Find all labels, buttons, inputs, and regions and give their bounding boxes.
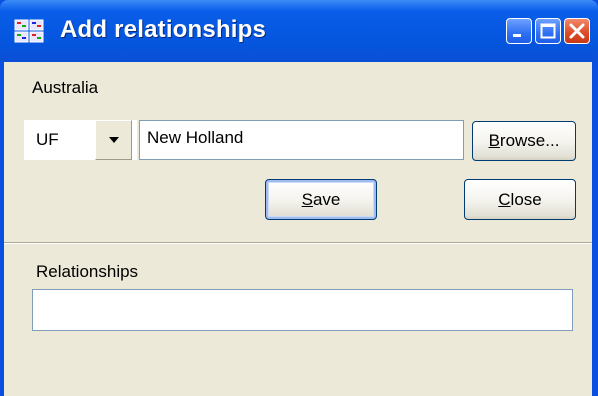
name-input-value: New Holland — [147, 128, 244, 147]
maximize-icon — [540, 23, 556, 39]
dialog-body — [4, 62, 592, 396]
close-icon — [569, 23, 585, 39]
type-select-dropdown-button[interactable] — [95, 120, 132, 160]
relationships-field[interactable] — [32, 289, 573, 331]
name-input[interactable]: New Holland — [139, 120, 464, 160]
close-button-mnemonic: C — [498, 190, 511, 209]
chevron-down-icon — [109, 137, 119, 143]
close-dialog-button[interactable]: Close — [464, 179, 576, 220]
save-button[interactable]: Save — [265, 179, 377, 220]
minimize-button[interactable] — [506, 18, 532, 44]
save-button-label: ave — [312, 190, 341, 209]
browse-button[interactable]: Browse... — [472, 121, 576, 161]
dialog-window: Add relationships Australia UF New Holla… — [0, 0, 598, 396]
browse-button-label: rowse... — [499, 131, 560, 150]
section-divider — [4, 242, 592, 244]
save-button-mnemonic: S — [301, 190, 313, 209]
title-bar[interactable]: Add relationships — [0, 0, 598, 62]
close-button-label: lose — [510, 190, 542, 209]
relationships-label: Relationships — [36, 262, 139, 281]
window-border — [592, 62, 598, 396]
minimize-icon — [513, 34, 521, 37]
country-label: Australia — [32, 78, 99, 97]
browse-button-mnemonic: B — [488, 131, 500, 150]
maximize-button[interactable] — [535, 18, 561, 44]
window-title: Add relationships — [60, 16, 267, 43]
app-grid-icon — [14, 19, 44, 43]
type-select-value: UF — [36, 130, 59, 149]
close-button[interactable] — [564, 18, 590, 44]
